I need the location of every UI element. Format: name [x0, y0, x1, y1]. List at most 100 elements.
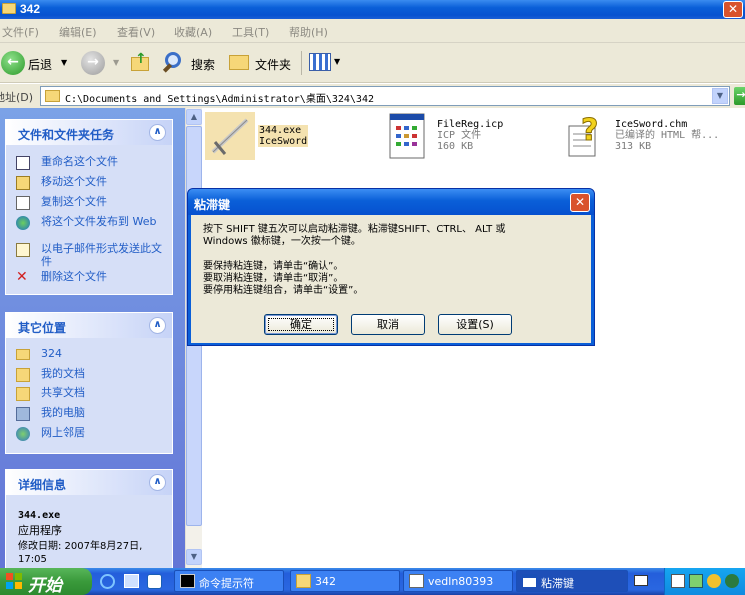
- move-icon: [16, 176, 30, 190]
- dialog-message-line3: 要保持粘连键，请单击“确认”。: [203, 261, 344, 272]
- chm-help-icon: ?: [568, 113, 599, 157]
- other-places-panel: 其它位置 ∧ 324 我的文档 共享文档 我的电脑 网上邻居: [5, 312, 173, 454]
- menu-tools[interactable]: 工具(T): [232, 24, 269, 40]
- other-places-title: 其它位置: [18, 321, 67, 335]
- settings-button[interactable]: 设置(S): [438, 314, 512, 335]
- tray-icon-2[interactable]: [689, 574, 703, 588]
- task-label: 以电子邮件形式发送此文件: [41, 242, 162, 268]
- tray-icon-4[interactable]: [725, 574, 739, 588]
- dialog-title: 粘滞键: [194, 198, 231, 212]
- file-type: ICP 文件: [437, 130, 482, 141]
- back-arrow-icon: ←: [1, 51, 25, 75]
- window-close-button[interactable]: ✕: [723, 1, 743, 18]
- menu-file[interactable]: 文件(F): [2, 24, 39, 40]
- details-header[interactable]: 详细信息 ∧: [6, 470, 172, 495]
- collapse-icon[interactable]: ∧: [149, 474, 166, 491]
- task-label: 重命名这个文件: [41, 155, 118, 168]
- file-tasks-title: 文件和文件夹任务: [18, 128, 115, 142]
- task-explorer-342[interactable]: 342: [290, 570, 400, 592]
- collapse-icon[interactable]: ∧: [149, 124, 166, 141]
- window-title-bar[interactable]: 342 ✕: [0, 0, 745, 19]
- file-name: FileReg.icp: [437, 119, 504, 130]
- place-label: 324: [41, 347, 62, 360]
- window-title: 342: [20, 2, 41, 16]
- up-arrow-icon: ↑: [135, 51, 147, 67]
- file-icesword-chm[interactable]: ? IceSword.chm 已编译的 HTML 帮... 313 KB: [565, 112, 735, 162]
- forward-dropdown-icon[interactable]: ▼: [113, 58, 119, 67]
- file-type: 已编译的 HTML 帮...: [615, 130, 720, 141]
- task-image-viewer[interactable]: vedln80393: [403, 570, 513, 592]
- file-tasks-header[interactable]: 文件和文件夹任务 ∧: [6, 120, 172, 145]
- views-button[interactable]: ▼: [307, 51, 343, 75]
- back-dropdown-icon[interactable]: ▼: [61, 58, 67, 67]
- folder-icon: [296, 574, 311, 588]
- taskbar: 开始 命令提示符 342 vedln80393 粘滞键: [0, 568, 745, 595]
- details-filename: 344.exe: [18, 510, 61, 521]
- task-cmd[interactable]: 命令提示符: [174, 570, 284, 592]
- up-folder-button[interactable]: ↑: [129, 51, 151, 73]
- views-icon: [309, 53, 331, 71]
- tray-icon-1[interactable]: [671, 574, 685, 588]
- menu-help[interactable]: 帮助(H): [289, 24, 328, 40]
- start-label: 开始: [28, 576, 62, 595]
- dialog-title-bar[interactable]: 粘滞键: [188, 189, 594, 215]
- task-sticky-keys[interactable]: 粘滞键: [516, 570, 628, 592]
- search-button[interactable]: 搜索: [162, 49, 221, 77]
- forward-button[interactable]: →: [81, 51, 105, 75]
- rename-icon: [16, 156, 30, 170]
- address-input[interactable]: C:\Documents and Settings\Administrator\…: [40, 86, 730, 106]
- file-344-exe[interactable]: 344.exe IceSword: [205, 112, 313, 162]
- back-label: 后退: [28, 58, 53, 72]
- menu-view[interactable]: 查看(V): [117, 24, 155, 40]
- network-icon: [16, 427, 30, 441]
- file-filereg-icp[interactable]: FileReg.icp ICP 文件 160 KB: [387, 112, 517, 162]
- task-label: 删除这个文件: [41, 270, 107, 283]
- task-label: vedln80393: [428, 575, 494, 588]
- task-label: 复制这个文件: [41, 195, 107, 208]
- svg-text:?: ?: [581, 113, 598, 148]
- file-label: 344.exe IceSword: [258, 125, 309, 147]
- windows-flag-icon: [6, 573, 22, 589]
- task-label: 移动这个文件: [41, 175, 107, 188]
- task-label: 将这个文件发布到 Web: [41, 215, 157, 228]
- scroll-up-button[interactable]: ▲: [186, 109, 202, 125]
- my-documents-icon: [16, 368, 30, 382]
- collapse-icon[interactable]: ∧: [149, 317, 166, 334]
- file-name: 344.exe: [259, 125, 302, 136]
- keyboard-icon[interactable]: [634, 575, 648, 586]
- sword-icon: [205, 112, 255, 160]
- my-computer-icon: [16, 407, 30, 421]
- start-button[interactable]: 开始: [0, 568, 92, 595]
- dialog-close-button[interactable]: ✕: [570, 193, 590, 212]
- ie-quicklaunch-icon[interactable]: [100, 574, 115, 589]
- task-label: 命令提示符: [199, 577, 254, 590]
- task-pane: 文件和文件夹任务 ∧ 重命名这个文件 移动这个文件 复制这个文件 将这个文件发布…: [0, 108, 185, 574]
- file-tasks-panel: 文件和文件夹任务 ∧ 重命名这个文件 移动这个文件 复制这个文件 将这个文件发布…: [5, 119, 173, 295]
- details-title: 详细信息: [18, 478, 67, 492]
- tray-icon-3[interactable]: [707, 574, 721, 588]
- back-button[interactable]: ← 后退 ▼: [0, 49, 70, 77]
- menu-bar: 文件(F) 编辑(E) 查看(V) 收藏(A) 工具(T) 帮助(H): [0, 19, 745, 43]
- address-path: C:\Documents and Settings\Administrator\…: [65, 94, 374, 105]
- other-places-header[interactable]: 其它位置 ∧: [6, 313, 172, 338]
- cancel-button[interactable]: 取消: [351, 314, 425, 335]
- views-dropdown-icon: ▼: [334, 57, 341, 66]
- menu-favorites[interactable]: 收藏(A): [174, 24, 212, 40]
- desktop-quicklaunch-icon[interactable]: [124, 574, 139, 588]
- folders-button[interactable]: 文件夹: [227, 49, 297, 77]
- address-dropdown-button[interactable]: ▼: [712, 88, 728, 104]
- ie2-quicklaunch-icon[interactable]: [147, 574, 162, 589]
- icp-file-icon: [389, 113, 425, 159]
- folders-label: 文件夹: [255, 58, 292, 72]
- scroll-down-button[interactable]: ▼: [186, 549, 202, 565]
- dialog-message-line4: 要取消粘连键，请单击“取消”。: [203, 273, 344, 284]
- delete-icon: ✕: [16, 269, 28, 285]
- go-button[interactable]: →: [734, 87, 745, 105]
- menu-edit[interactable]: 编辑(E): [59, 24, 97, 40]
- folder-icon: [45, 90, 60, 102]
- place-label: 我的文档: [41, 367, 85, 380]
- address-bar: 地址(D) C:\Documents and Settings\Administ…: [0, 84, 745, 108]
- details-filetype: 应用程序: [18, 524, 62, 537]
- file-sub: IceSword: [259, 136, 308, 147]
- ok-button[interactable]: 确定: [264, 314, 338, 335]
